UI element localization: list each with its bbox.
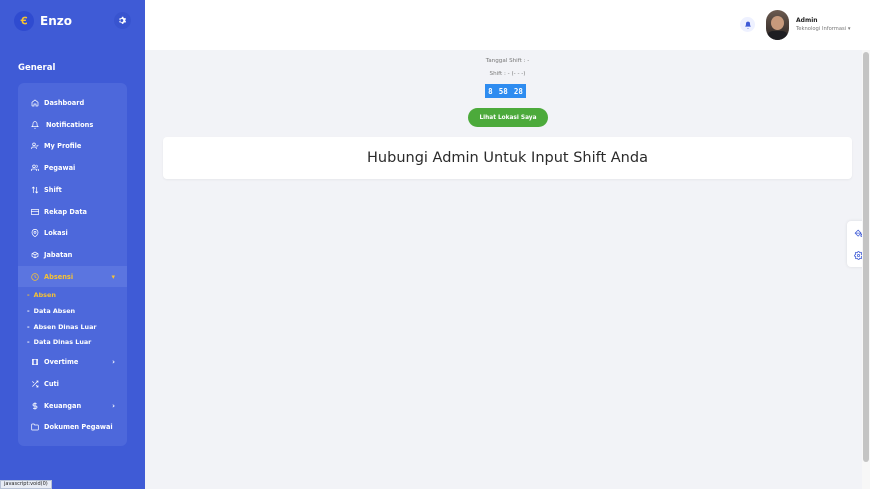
sidebar-item-label: Cuti (44, 379, 59, 388)
subitem-label: Data Absen (33, 307, 76, 315)
chevron-right-icon: › (112, 357, 115, 366)
brand[interactable]: ꞓ Enzo (14, 11, 72, 31)
dollar-icon (32, 401, 38, 410)
user-role-text: Teknologi Informasi (796, 26, 847, 32)
sidebar-item-overtime[interactable]: Overtime › (18, 351, 127, 372)
status-link-preview: javascript:void(0) (0, 480, 52, 489)
shift-time: Shift : - (- - -) (489, 71, 526, 77)
subitem-data-absen[interactable]: - Data Absen (27, 307, 75, 315)
users-icon (31, 164, 39, 171)
sidebar-item-notifications[interactable]: Notifications (18, 114, 127, 135)
user-role[interactable]: Teknologi Informasi ▾ (796, 26, 850, 32)
sidebar-item-label: Notifications (46, 120, 94, 129)
sidebar-item-dashboard[interactable]: Dashboard (18, 92, 127, 113)
sidebar-item-lokasi[interactable]: Lokasi (18, 222, 127, 243)
message-card: Hubungi Admin Untuk Input Shift Anda (163, 137, 852, 179)
subitem-data-dinas-luar[interactable]: - Data Dinas Luar (27, 338, 91, 346)
sidebar-item-keuangan[interactable]: Keuangan › (18, 395, 127, 416)
gear-icon (119, 16, 127, 24)
scrollbar-thumb[interactable] (863, 52, 869, 462)
sidebar-item-label: Jabatan (44, 250, 73, 259)
sidebar-item-jabatan[interactable]: Jabatan (18, 244, 127, 265)
subitem-label: Absen Dinas Luar (33, 323, 97, 331)
map-pin-icon (31, 228, 39, 237)
sidebar-item-shift[interactable]: Shift (18, 179, 127, 200)
film-icon (32, 358, 38, 365)
sidebar-item-pegawai[interactable]: Pegawai (18, 157, 127, 178)
folder-icon (31, 423, 39, 430)
sidebar-item-label: Pegawai (44, 163, 76, 172)
shuffle-icon (32, 380, 39, 387)
sidebar-item-label: Absensi (44, 272, 74, 281)
clock-hours: 8 (488, 86, 493, 96)
sidebar-item-dokumen-pegawai[interactable]: Dokumen Pegawai (18, 416, 127, 437)
clock-icon (31, 272, 39, 281)
user-name[interactable]: Admin (796, 17, 818, 24)
subitem-absen[interactable]: - Absen (27, 291, 56, 299)
arrows-updown-icon (31, 185, 39, 194)
clock-display: 8 58 28 (485, 84, 526, 98)
clock-minutes: 58 (498, 86, 508, 96)
clock-seconds: 28 (513, 86, 523, 96)
sidebar-item-label: Keuangan (44, 401, 82, 410)
sidebar-item-label: Overtime (44, 357, 79, 366)
settings-button[interactable] (114, 12, 131, 29)
shift-message: Hubungi Admin Untuk Input Shift Anda (367, 150, 648, 166)
chevron-down-icon: ▾ (847, 26, 851, 32)
sidebar-item-absensi[interactable]: Absensi ▾ (18, 266, 127, 287)
box-icon (31, 251, 39, 258)
subitem-absen-dinas-luar[interactable]: - Absen Dinas Luar (27, 323, 97, 331)
sidebar-item-label: Shift (44, 185, 62, 194)
bell-icon (31, 120, 39, 129)
home-icon (31, 99, 39, 106)
sidebar-item-rekap-data[interactable]: Rekap Data (18, 201, 127, 222)
avatar[interactable] (766, 10, 789, 40)
subitem-label: Absen (33, 291, 56, 299)
sidebar-item-label: Dashboard (44, 98, 85, 107)
brand-name: Enzo (40, 14, 72, 28)
user-check-icon (31, 142, 39, 149)
sidebar-item-cuti[interactable]: Cuti (18, 373, 127, 394)
credit-card-icon (31, 208, 39, 215)
top-header (145, 0, 870, 50)
chevron-right-icon: › (112, 401, 115, 410)
sidebar-item-label: Rekap Data (44, 207, 87, 216)
sidebar-item-my-profile[interactable]: My Profile (18, 135, 127, 156)
bell-icon (744, 21, 751, 29)
subitem-label: Data Dinas Luar (33, 338, 92, 346)
sidebar-item-label: Lokasi (44, 228, 68, 237)
notification-button[interactable] (740, 17, 755, 32)
shift-date: Tanggal Shift : - (485, 58, 530, 64)
brand-logo-icon: ꞓ (14, 11, 34, 31)
sidebar-item-label: Dokumen Pegawai (44, 422, 113, 431)
sidebar-item-label: My Profile (44, 141, 82, 150)
view-location-button[interactable]: Lihat Lokasi Saya (468, 108, 548, 127)
chevron-down-icon: ▾ (111, 272, 115, 281)
